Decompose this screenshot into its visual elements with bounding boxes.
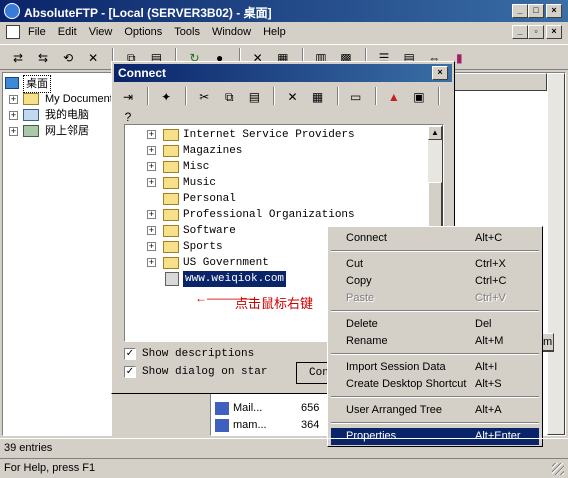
vertical-scrollbar[interactable] xyxy=(547,73,565,435)
expand-icon[interactable]: + xyxy=(9,127,18,136)
menu-tools[interactable]: Tools xyxy=(168,23,206,41)
file-icon xyxy=(215,402,229,415)
menu-file[interactable]: File xyxy=(22,23,52,41)
annotation-text: 点击鼠标右键 xyxy=(235,296,314,311)
new-site-icon[interactable]: ✦ xyxy=(156,87,176,107)
menu-view[interactable]: View xyxy=(83,23,119,41)
folder-icon xyxy=(163,193,179,205)
connect-icon[interactable]: ⇄ xyxy=(8,48,28,68)
menu-edit[interactable]: Edit xyxy=(52,23,83,41)
menu-item-delete[interactable]: Delete Del xyxy=(331,316,539,333)
menu-separator xyxy=(331,396,539,398)
expand-icon[interactable]: + xyxy=(9,95,18,104)
connect-icon[interactable]: ⇥ xyxy=(118,87,138,107)
folder-icon xyxy=(163,129,179,141)
local-tree-pane[interactable]: 桌面 + My Document + 我的电脑 + 网上邻居 xyxy=(2,72,113,436)
menu-separator xyxy=(331,250,539,252)
folder-icon xyxy=(163,177,179,189)
checkbox[interactable]: ✓ xyxy=(124,366,136,378)
context-menu: Connect Alt+C Cut Ctrl+X Copy Ctrl+C Paste Ctrl… xyxy=(327,226,543,447)
expand-icon[interactable]: + xyxy=(147,242,156,251)
menu-item-rename[interactable]: Rename Alt+M xyxy=(331,333,539,350)
folder-icon xyxy=(23,93,39,105)
quick-connect-icon[interactable]: ⇆ xyxy=(33,48,53,68)
menu-options[interactable]: Options xyxy=(118,23,168,41)
file-row[interactable]: mam... 364 xyxy=(215,418,335,434)
menu-bar: File Edit View Options Tools Window Help _ ▫ × xyxy=(0,22,568,42)
cut-icon[interactable]: ✂ xyxy=(194,87,214,107)
file-icon xyxy=(215,419,229,432)
show-descriptions-checkbox[interactable]: ✓ Show descriptions xyxy=(124,348,314,362)
menu-item-cut[interactable]: Cut Ctrl+X xyxy=(331,256,539,273)
expand-icon[interactable]: + xyxy=(147,210,156,219)
entries-status: 39 entries xyxy=(0,438,568,456)
desktop-icon xyxy=(5,77,19,89)
menu-item-user-arranged-tree[interactable]: User Arranged Tree Alt+A xyxy=(331,402,539,419)
status-bar: For Help, press F1 xyxy=(0,458,568,478)
expand-icon[interactable]: + xyxy=(147,258,156,267)
mdi-minimize-button[interactable]: _ xyxy=(512,25,528,39)
resize-grip-icon[interactable] xyxy=(552,463,564,475)
window-title: AbsoluteFTP - [Local (SERVER3B02) - 桌面] xyxy=(24,6,272,20)
scroll-up-button[interactable]: ▲ xyxy=(428,126,442,140)
menu-separator xyxy=(331,422,539,424)
delete-icon[interactable]: ✕ xyxy=(283,87,303,107)
menu-item-connect[interactable]: Connect Alt+C xyxy=(331,230,539,247)
folder-icon xyxy=(163,241,179,253)
checkbox[interactable]: ✓ xyxy=(124,348,136,360)
folder-icon xyxy=(163,209,179,221)
folder-icon xyxy=(163,161,179,173)
file-row[interactable]: Mail... 656 xyxy=(215,401,335,417)
shortcut-icon[interactable]: ▣ xyxy=(409,87,429,107)
mdi-restore-button[interactable]: ▫ xyxy=(528,25,544,39)
properties-icon[interactable]: ▦ xyxy=(308,87,328,107)
expand-icon[interactable]: + xyxy=(147,130,156,139)
show-dialog-checkbox[interactable]: ✓ Show dialog on star xyxy=(124,366,314,380)
doc-icon xyxy=(6,25,20,39)
menu-item-copy[interactable]: Copy Ctrl+C xyxy=(331,273,539,290)
folder-icon xyxy=(163,225,179,237)
menu-help[interactable]: Help xyxy=(257,23,292,41)
close-button[interactable]: × xyxy=(546,4,562,18)
dialog-close-button[interactable]: × xyxy=(432,66,448,80)
expand-icon[interactable]: + xyxy=(147,178,156,187)
expand-icon[interactable]: + xyxy=(147,162,156,171)
disconnect-icon[interactable]: ✕ xyxy=(83,48,103,68)
copy-icon[interactable]: ⧉ xyxy=(219,87,239,107)
import-icon[interactable]: ▲ xyxy=(384,87,404,107)
minimize-button[interactable]: _ xyxy=(512,4,528,18)
folder-icon xyxy=(163,257,179,269)
menu-item-paste[interactable]: Paste Ctrl+V xyxy=(331,290,539,307)
reconnect-icon[interactable]: ⟲ xyxy=(58,48,78,68)
menu-separator xyxy=(331,353,539,355)
main-title-bar: AbsoluteFTP - [Local (SERVER3B02) - 桌面] … xyxy=(0,0,568,22)
maximize-button[interactable]: □ xyxy=(528,4,544,18)
mdi-close-button[interactable]: × xyxy=(546,25,562,39)
new-folder-icon[interactable]: ▭ xyxy=(346,87,366,107)
expand-icon[interactable]: + xyxy=(9,111,18,120)
paste-icon[interactable]: ▤ xyxy=(244,87,264,107)
menu-separator xyxy=(331,310,539,312)
expand-icon[interactable]: + xyxy=(147,226,156,235)
dialog-title-bar: Connect × xyxy=(114,64,452,82)
expand-icon[interactable]: + xyxy=(147,146,156,155)
network-icon xyxy=(23,125,39,137)
dialog-toolbar: ⇥ ✦ ✂ ⧉ ▤ ✕ ▦ ▭ ▲ ▣ ? xyxy=(116,84,450,124)
menu-item-import-session-data[interactable]: Import Session Data Alt+I xyxy=(331,359,539,376)
site-icon xyxy=(165,272,179,286)
app-icon xyxy=(4,3,20,19)
computer-icon xyxy=(23,109,39,121)
menu-window[interactable]: Window xyxy=(206,23,257,41)
folder-icon xyxy=(163,145,179,157)
menu-item-create-desktop-shortcut[interactable]: Create Desktop Shortcut Alt+S xyxy=(331,376,539,393)
